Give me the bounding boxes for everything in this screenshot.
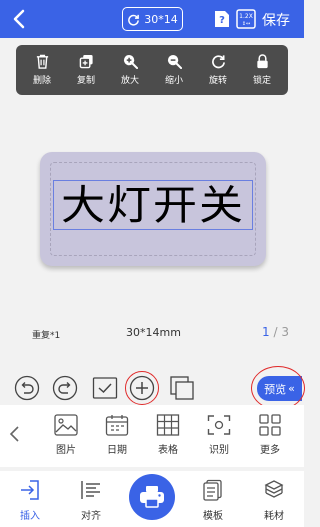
more-icon [259,414,281,436]
zoom-in-label: 放大 [120,76,139,86]
chevron-left-icon[interactable] [8,425,22,443]
top-header: 30*14 ? 1.2X ↕↔ 保存 [0,0,304,38]
insert-image-button[interactable]: 图片 [46,414,86,456]
save-button[interactable]: 保存 [262,10,290,30]
copy-icon [79,54,93,69]
consumables-icon [264,480,284,498]
back-icon[interactable] [8,7,32,31]
more-label: 更多 [260,445,280,456]
rotate-icon [211,55,225,69]
date-label: 日期 [107,445,127,456]
lock-label: 锁定 [252,76,271,86]
copy-label: 复制 [76,76,95,86]
resize-icon[interactable]: 1.2X ↕↔ [236,9,256,29]
zoom-in-button[interactable]: 放大 [111,54,149,86]
template-icon [203,479,222,501]
nav-align[interactable]: 对齐 [71,479,111,522]
align-icon [81,481,100,499]
nav-consumables-label: 耗材 [264,511,284,522]
image-label: 图片 [56,445,76,456]
label-text: 大灯开关 [61,182,245,229]
select-icon[interactable] [92,375,118,401]
zoom-out-label: 缩小 [164,76,183,86]
redo-icon[interactable] [52,375,78,401]
label-dimension: 30*14mm [126,326,181,339]
table-icon [156,414,180,436]
insert-scan-button[interactable]: 识别 [199,414,239,456]
lock-button[interactable]: 锁定 [243,54,281,86]
rotate-icon [128,14,140,26]
svg-text:↕↔: ↕↔ [242,21,250,27]
current-page: 1 [262,325,270,339]
image-icon [54,414,78,436]
text-element[interactable]: 大灯开关 [53,180,253,230]
delete-label: 删除 [32,76,51,86]
table-label: 表格 [158,445,178,456]
svg-text:?: ? [219,15,225,26]
nav-consumables[interactable]: 耗材 [254,479,294,522]
nav-template-label: 模板 [203,511,223,522]
copy-button[interactable]: 复制 [67,54,105,86]
zoom-out-button[interactable]: 缩小 [155,54,193,86]
label-size-text: 30*14 [144,12,178,26]
insert-icon [21,480,39,500]
edit-toolbar: 删除 复制 放大 缩小 旋转 锁定 [16,45,288,95]
insert-date-button[interactable]: 日期 [97,414,137,456]
scan-icon [207,415,231,435]
nav-template[interactable]: 模板 [193,479,233,522]
trash-icon [36,54,48,69]
nav-insert-label: 插入 [20,511,40,522]
lock-icon [256,54,268,69]
rotate-button[interactable]: 旋转 [199,54,237,86]
nav-align-label: 对齐 [81,511,101,522]
preview-highlight-ring [251,366,305,410]
zoom-in-icon [123,54,138,69]
insert-more-button[interactable]: 更多 [250,414,290,456]
delete-button[interactable]: 删除 [23,54,61,86]
nav-insert[interactable]: 插入 [10,479,50,522]
total-pages: 3 [281,325,289,339]
repeat-count[interactable]: 重复*1 [32,328,60,341]
svg-text:1.2X: 1.2X [239,13,253,20]
add-highlight-ring [125,371,159,405]
scan-label: 识别 [209,445,229,456]
label-canvas[interactable]: 大灯开关 [40,152,266,266]
calendar-icon [105,415,129,436]
zoom-out-icon [167,54,182,69]
label-size-selector[interactable]: 30*14 [122,7,183,31]
help-icon[interactable]: ? [214,10,230,28]
undo-icon[interactable] [14,375,40,401]
printer-icon [140,486,164,508]
insert-table-button[interactable]: 表格 [148,414,188,456]
page-separator: / [273,325,278,339]
page-indicator: 1 / 3 [262,325,289,339]
insert-panel: 图片 日期 表格 识别 更多 [0,405,304,467]
rotate-label: 旋转 [208,76,227,86]
print-button[interactable] [129,474,175,520]
layers-icon[interactable] [169,375,195,401]
